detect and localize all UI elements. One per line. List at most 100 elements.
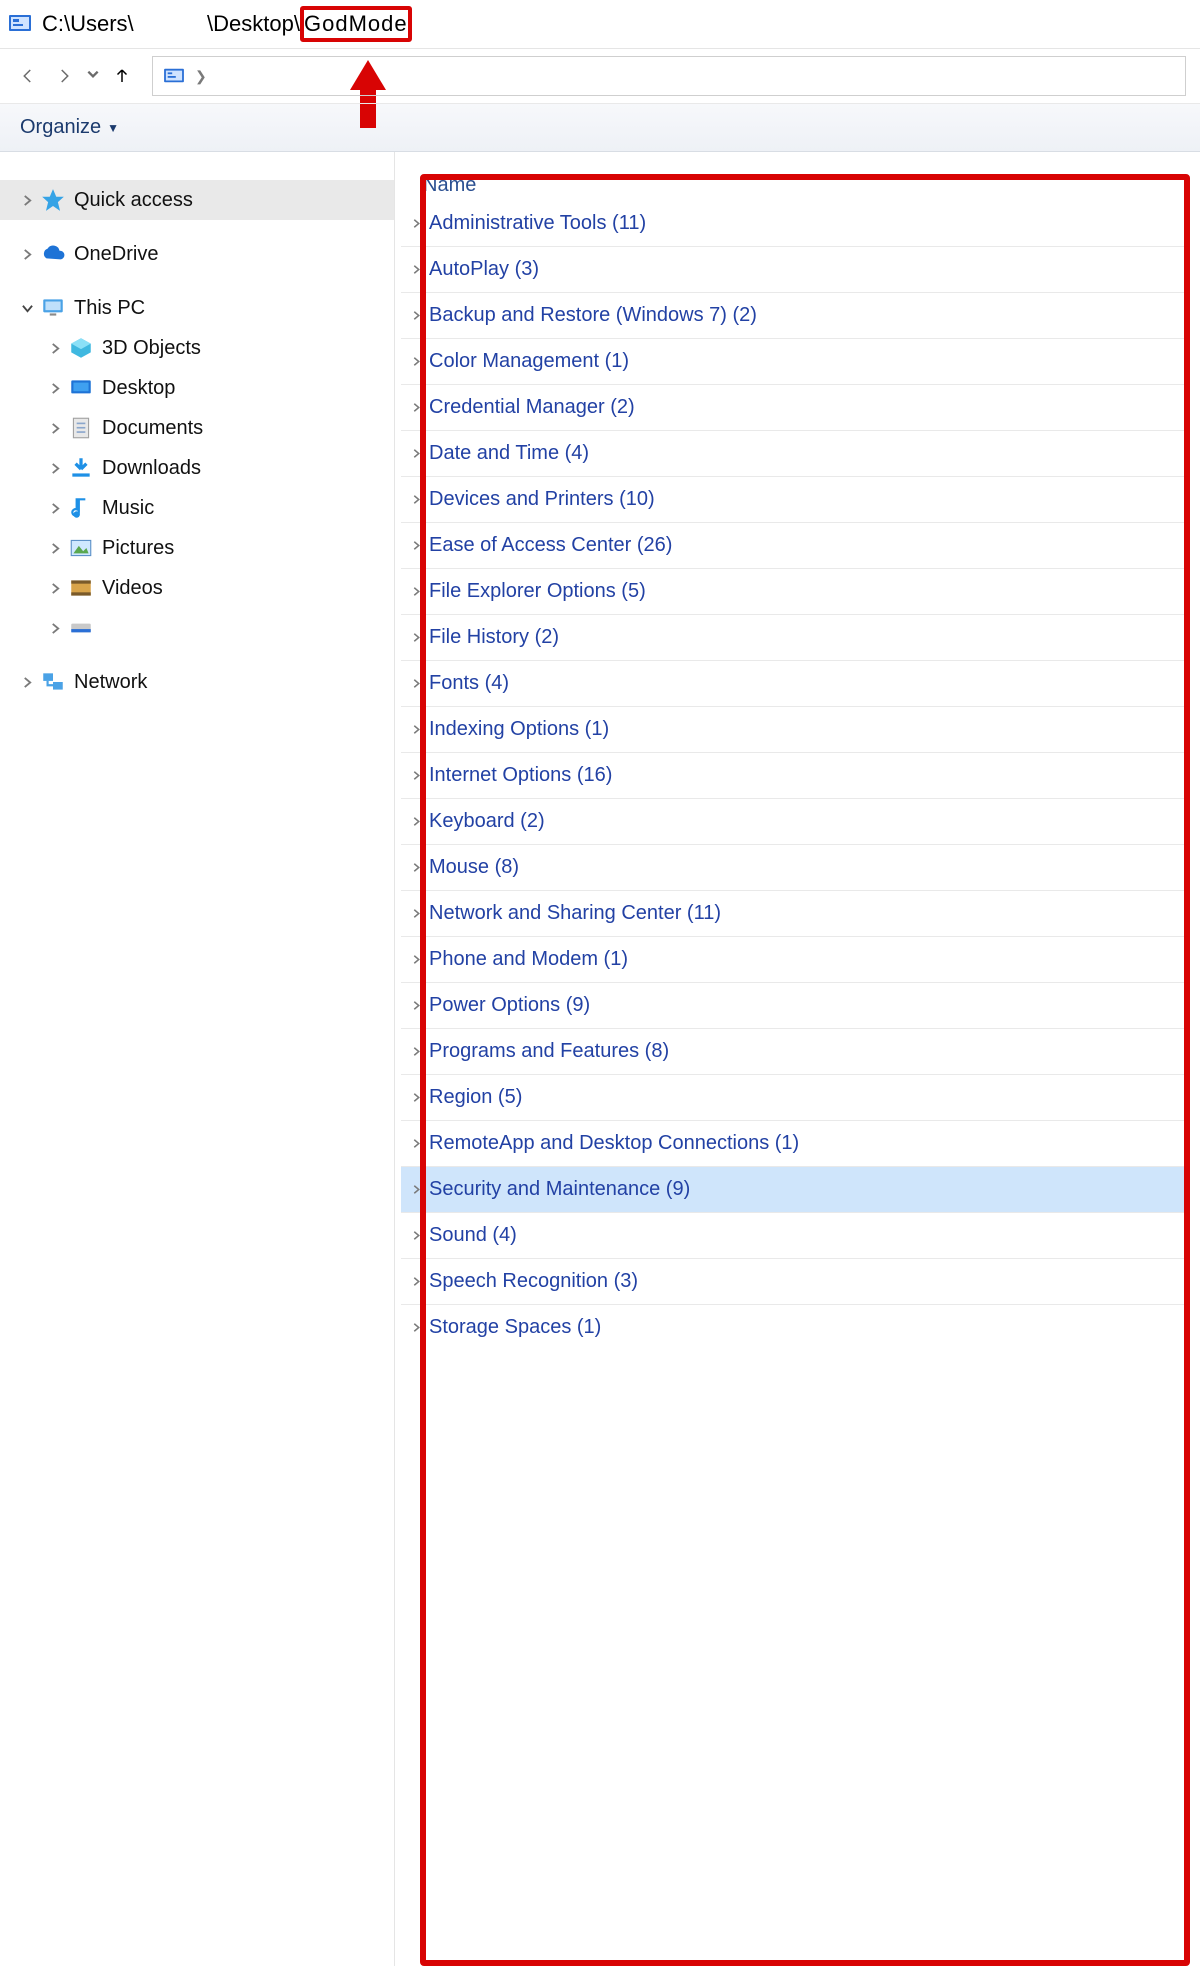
- organize-menu[interactable]: Organize ▼: [20, 116, 119, 139]
- chevron-right-icon[interactable]: [407, 587, 425, 596]
- chevron-right-icon[interactable]: [407, 357, 425, 366]
- control-panel-icon: [8, 12, 32, 36]
- tree-3d-objects[interactable]: 3D Objects: [0, 328, 394, 368]
- list-item[interactable]: Credential Manager (2): [401, 385, 1190, 430]
- list-item[interactable]: Date and Time (4): [401, 431, 1190, 476]
- navigation-tree: Quick access OneDrive This PC 3D Objects…: [0, 152, 395, 1966]
- tree-label: Desktop: [102, 377, 175, 400]
- chevron-right-icon[interactable]: [14, 249, 40, 260]
- chevron-right-icon[interactable]: [42, 343, 68, 354]
- chevron-right-icon[interactable]: [14, 677, 40, 688]
- list-item[interactable]: Ease of Access Center (26): [401, 523, 1190, 568]
- list-item[interactable]: Speech Recognition (3): [401, 1259, 1190, 1304]
- chevron-right-icon[interactable]: [407, 219, 425, 228]
- chevron-right-icon[interactable]: [407, 311, 425, 320]
- list-item[interactable]: File History (2): [401, 615, 1190, 660]
- chevron-right-icon[interactable]: [407, 863, 425, 872]
- chevron-right-icon[interactable]: [42, 463, 68, 474]
- list-item[interactable]: Region (5): [401, 1075, 1190, 1120]
- chevron-right-icon[interactable]: [407, 1277, 425, 1286]
- chevron-right-icon[interactable]: [42, 543, 68, 554]
- videos-icon: [68, 575, 94, 601]
- chevron-right-icon[interactable]: [407, 679, 425, 688]
- tree-videos[interactable]: Videos: [0, 568, 394, 608]
- list-item-label: Region (5): [429, 1086, 522, 1109]
- chevron-down-icon[interactable]: [14, 303, 40, 314]
- chevron-right-icon[interactable]: [407, 1185, 425, 1194]
- up-button[interactable]: [108, 62, 136, 90]
- chevron-right-icon[interactable]: [407, 771, 425, 780]
- chevron-right-icon[interactable]: [407, 1323, 425, 1332]
- tree-pictures[interactable]: Pictures: [0, 528, 394, 568]
- chevron-right-icon[interactable]: [407, 725, 425, 734]
- recent-locations-button[interactable]: [86, 67, 100, 86]
- chevron-right-icon[interactable]: [407, 1047, 425, 1056]
- title-path-folder: GodMode: [300, 6, 412, 42]
- chevron-right-icon[interactable]: [407, 633, 425, 642]
- list-item[interactable]: Power Options (9): [401, 983, 1190, 1028]
- list-item-label: Internet Options (16): [429, 764, 612, 787]
- desktop-icon: [68, 375, 94, 401]
- list-item[interactable]: Sound (4): [401, 1213, 1190, 1258]
- chevron-right-icon[interactable]: [42, 503, 68, 514]
- chevron-right-icon[interactable]: [14, 195, 40, 206]
- 3d-objects-icon: [68, 335, 94, 361]
- chevron-right-icon[interactable]: [407, 909, 425, 918]
- breadcrumb-chevron-icon[interactable]: ❯: [195, 68, 207, 85]
- title-path-prefix: C:\Users\: [42, 11, 134, 37]
- list-item[interactable]: File Explorer Options (5): [401, 569, 1190, 614]
- list-item[interactable]: Indexing Options (1): [401, 707, 1190, 752]
- list-item-label: Speech Recognition (3): [429, 1270, 638, 1293]
- chevron-right-icon[interactable]: [407, 955, 425, 964]
- chevron-right-icon[interactable]: [42, 423, 68, 434]
- tree-downloads[interactable]: Downloads: [0, 448, 394, 488]
- list-item[interactable]: AutoPlay (3): [401, 247, 1190, 292]
- chevron-right-icon[interactable]: [42, 583, 68, 594]
- address-bar[interactable]: ❯: [152, 56, 1186, 96]
- list-item[interactable]: Phone and Modem (1): [401, 937, 1190, 982]
- tree-documents[interactable]: Documents: [0, 408, 394, 448]
- tree-onedrive[interactable]: OneDrive: [0, 234, 394, 274]
- list-item[interactable]: Backup and Restore (Windows 7) (2): [401, 293, 1190, 338]
- chevron-right-icon[interactable]: [42, 383, 68, 394]
- list-item[interactable]: Internet Options (16): [401, 753, 1190, 798]
- chevron-right-icon[interactable]: [407, 1093, 425, 1102]
- list-item[interactable]: Security and Maintenance (9): [401, 1167, 1190, 1212]
- list-item[interactable]: Programs and Features (8): [401, 1029, 1190, 1074]
- list-item[interactable]: Devices and Printers (10): [401, 477, 1190, 522]
- chevron-right-icon[interactable]: [407, 449, 425, 458]
- back-button[interactable]: [14, 62, 42, 90]
- tree-network[interactable]: Network: [0, 662, 394, 702]
- list-item-label: Network and Sharing Center (11): [429, 902, 721, 925]
- list-item[interactable]: Fonts (4): [401, 661, 1190, 706]
- list-item[interactable]: Color Management (1): [401, 339, 1190, 384]
- list-item[interactable]: Mouse (8): [401, 845, 1190, 890]
- tree-drive[interactable]: [0, 608, 394, 648]
- chevron-right-icon[interactable]: [407, 541, 425, 550]
- list-item[interactable]: Network and Sharing Center (11): [401, 891, 1190, 936]
- column-header-name[interactable]: Name: [423, 174, 1200, 197]
- chevron-right-icon[interactable]: [407, 495, 425, 504]
- title-path-mid: \Desktop\: [207, 11, 300, 37]
- tree-this-pc[interactable]: This PC: [0, 288, 394, 328]
- chevron-right-icon[interactable]: [407, 265, 425, 274]
- list-item-label: Devices and Printers (10): [429, 488, 655, 511]
- tree-label: Network: [74, 671, 147, 694]
- forward-button[interactable]: [50, 62, 78, 90]
- tree-desktop[interactable]: Desktop: [0, 368, 394, 408]
- chevron-right-icon[interactable]: [42, 623, 68, 634]
- chevron-right-icon[interactable]: [407, 1139, 425, 1148]
- list-item[interactable]: Administrative Tools (11): [401, 201, 1190, 246]
- quick-access-icon: [40, 187, 66, 213]
- chevron-right-icon[interactable]: [407, 817, 425, 826]
- list-item[interactable]: RemoteApp and Desktop Connections (1): [401, 1121, 1190, 1166]
- list-item[interactable]: Storage Spaces (1): [401, 1305, 1190, 1350]
- chevron-right-icon[interactable]: [407, 1231, 425, 1240]
- chevron-right-icon[interactable]: [407, 403, 425, 412]
- chevron-right-icon[interactable]: [407, 1001, 425, 1010]
- item-list: Administrative Tools (11) AutoPlay (3) Bac…: [395, 201, 1200, 1350]
- tree-music[interactable]: Music: [0, 488, 394, 528]
- list-item-label: AutoPlay (3): [429, 258, 539, 281]
- tree-quick-access[interactable]: Quick access: [0, 180, 394, 220]
- list-item[interactable]: Keyboard (2): [401, 799, 1190, 844]
